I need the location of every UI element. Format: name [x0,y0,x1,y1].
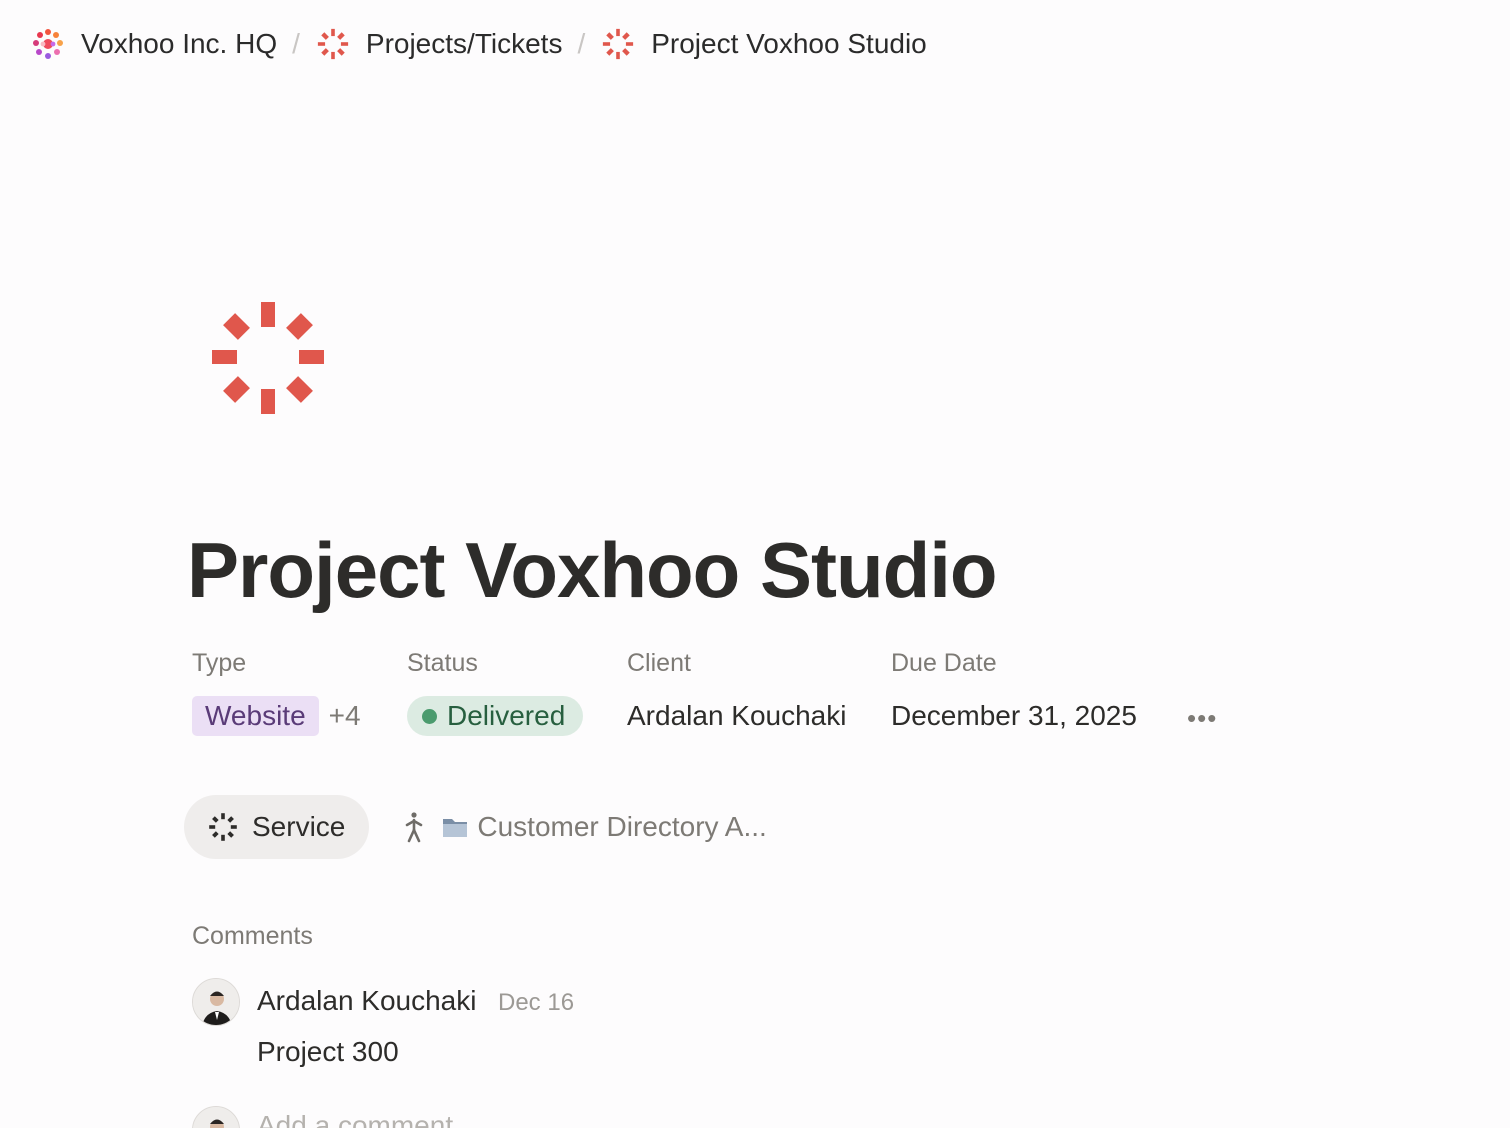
user-avatar-icon [193,979,239,1025]
add-comment-input[interactable] [257,1110,657,1128]
red-burst-icon [317,28,349,60]
property-client-value[interactable]: Ardalan Kouchaki [627,696,846,736]
breadcrumb-item-current-page[interactable]: Project Voxhoo Studio [600,26,927,62]
page-title[interactable]: Project Voxhoo Studio [187,525,998,616]
workspace-logo-icon [33,29,63,59]
property-due-date[interactable]: Due Date December 31, 2025 [891,645,1137,731]
dark-burst-icon [209,813,237,841]
service-chip-label: Service [252,811,346,842]
red-burst-icon [603,28,634,60]
property-due-date-value[interactable]: December 31, 2025 [891,696,1137,736]
comment-body: Project 300 [257,1036,399,1067]
user-avatar-icon [193,1107,239,1128]
folder-icon [443,819,468,837]
property-client-label: Client [627,649,691,677]
comment-author[interactable]: Ardalan Kouchaki [257,985,476,1017]
avatar [192,1106,240,1128]
property-client[interactable]: Client Ardalan Kouchaki [627,645,846,731]
property-status-label: Status [407,649,478,677]
page-icon-red-burst[interactable] [210,300,326,416]
comment-date: Dec 16 [498,989,575,1016]
more-properties-button[interactable]: ••• [1187,703,1217,734]
comments-heading: Comments [192,922,313,950]
status-badge[interactable]: Delivered [407,696,584,736]
property-status-value[interactable]: Delivered [407,696,584,736]
property-type-label: Type [192,649,247,677]
breadcrumb-label-projects: Projects/Tickets [365,28,563,59]
avatar[interactable] [192,978,240,1026]
breadcrumb-label-workspace: Voxhoo Inc. HQ [81,28,278,59]
service-chip[interactable]: Service [184,795,370,859]
property-due-date-label: Due Date [891,649,997,677]
page-root: Voxhoo Inc. HQ / Projects/Tickets / Proj… [0,0,1510,1128]
type-tag-website[interactable]: Website [192,696,319,736]
customer-directory-link[interactable]: Customer Directory A... [477,811,766,843]
relations-row: Service Customer Directory A... [184,795,767,859]
status-badge-label: Delivered [447,700,566,731]
breadcrumb-separator: / [292,28,300,59]
status-dot-icon [422,708,437,724]
property-status[interactable]: Status Delivered [407,645,584,736]
type-more-count[interactable]: +4 [329,700,361,732]
walking-person-icon [406,812,423,843]
breadcrumb-separator: / [577,28,586,59]
breadcrumb-item-workspace[interactable]: Voxhoo Inc. HQ [30,26,277,62]
breadcrumb-item-projects[interactable]: Projects/Tickets [315,26,563,62]
property-type[interactable]: Type Website +4 [192,645,361,736]
breadcrumb-label-current-page: Project Voxhoo Studio [651,28,927,59]
property-type-value[interactable]: Website +4 [192,696,361,736]
breadcrumb: Voxhoo Inc. HQ / Projects/Tickets / Proj… [30,26,927,62]
